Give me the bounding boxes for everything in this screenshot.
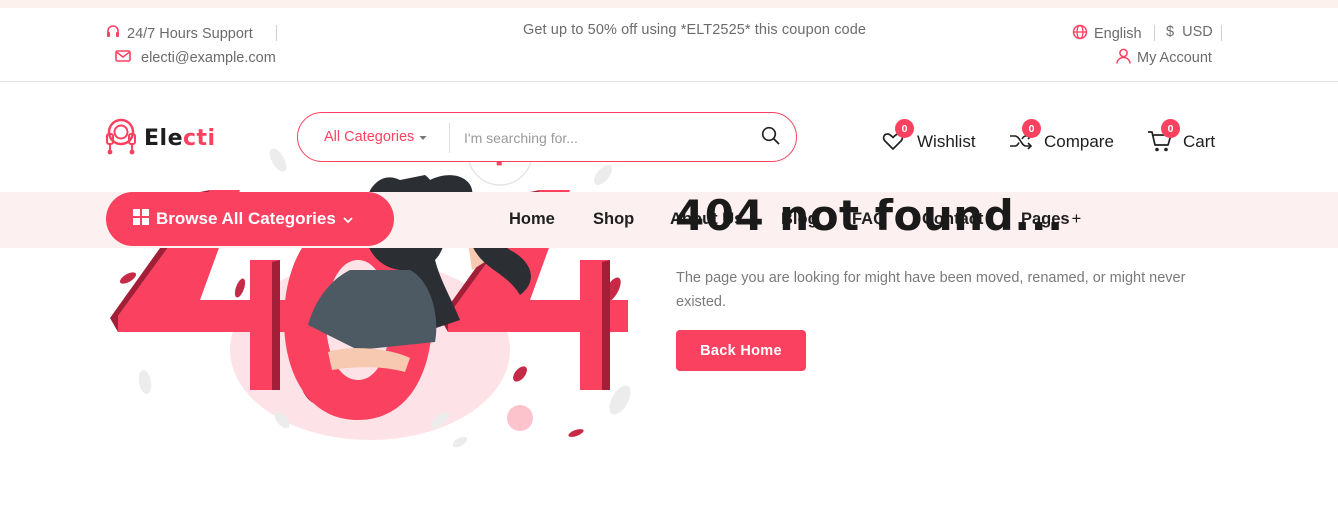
top-bar: 24/7 Hours Support electi@example.com Ge… [0, 8, 1338, 82]
cart-link[interactable]: 0 Cart [1147, 119, 1216, 155]
currency-label: $ USD [1166, 24, 1213, 40]
caret-down-icon [419, 129, 427, 145]
wishlist-link[interactable]: 0 Wishlist [881, 119, 976, 155]
404-illustration: ? [100, 120, 660, 460]
nav-home[interactable]: Home [509, 210, 555, 229]
currency-selector[interactable]: $ USD [1166, 24, 1213, 40]
browse-categories-button[interactable]: Browse All Categories [106, 192, 394, 246]
support-text: 24/7 Hours Support [127, 26, 253, 42]
heart-icon: 0 [881, 119, 914, 155]
category-label: All Categories [324, 129, 415, 145]
search-button[interactable] [758, 126, 782, 150]
browse-label: Browse All Categories [156, 209, 336, 228]
search-bar: All Categories [297, 112, 797, 162]
mail-icon [115, 49, 131, 67]
chevron-down-icon [343, 209, 353, 229]
wishlist-count-badge: 0 [895, 119, 914, 138]
account-label: My Account [1137, 50, 1212, 66]
divider [1154, 25, 1155, 41]
user-icon [1116, 48, 1131, 68]
globe-icon [1072, 24, 1088, 44]
search-icon [761, 126, 780, 150]
cart-icon: 0 [1147, 119, 1180, 155]
site-logo[interactable]: Electi [104, 116, 216, 161]
logo-headset-icon [104, 116, 138, 161]
logo-text: Electi [144, 126, 216, 151]
grid-icon [133, 208, 149, 230]
search-input[interactable] [464, 126, 744, 150]
page-title: 404 not found... [675, 191, 1064, 240]
language-label: English [1094, 26, 1142, 42]
email-text: electi@example.com [141, 50, 276, 66]
my-account-link[interactable]: My Account [1116, 48, 1212, 68]
compare-link[interactable]: 0 Compare [1008, 119, 1114, 155]
compare-label: Compare [1044, 132, 1114, 151]
promo-text: Get up to 50% off using *ELT2525* this c… [523, 22, 867, 38]
cart-label: Cart [1183, 132, 1216, 151]
divider [276, 25, 277, 41]
divider [1221, 25, 1222, 41]
shuffle-icon: 0 [1008, 119, 1041, 155]
language-selector[interactable]: English [1072, 24, 1142, 44]
top-accent-line [0, 0, 1338, 8]
headset-icon [105, 24, 121, 44]
nav-shop[interactable]: Shop [593, 210, 634, 229]
category-select[interactable]: All Categories [324, 129, 427, 145]
support-info: 24/7 Hours Support [105, 24, 253, 44]
compare-count-badge: 0 [1022, 119, 1041, 138]
email-info[interactable]: electi@example.com [115, 49, 276, 67]
divider [449, 123, 450, 153]
back-home-button[interactable]: Back Home [676, 330, 806, 371]
plus-icon: + [1071, 210, 1082, 228]
error-description: The page you are looking for might have … [676, 270, 1186, 310]
wishlist-label: Wishlist [917, 132, 976, 151]
cart-count-badge: 0 [1161, 119, 1180, 138]
